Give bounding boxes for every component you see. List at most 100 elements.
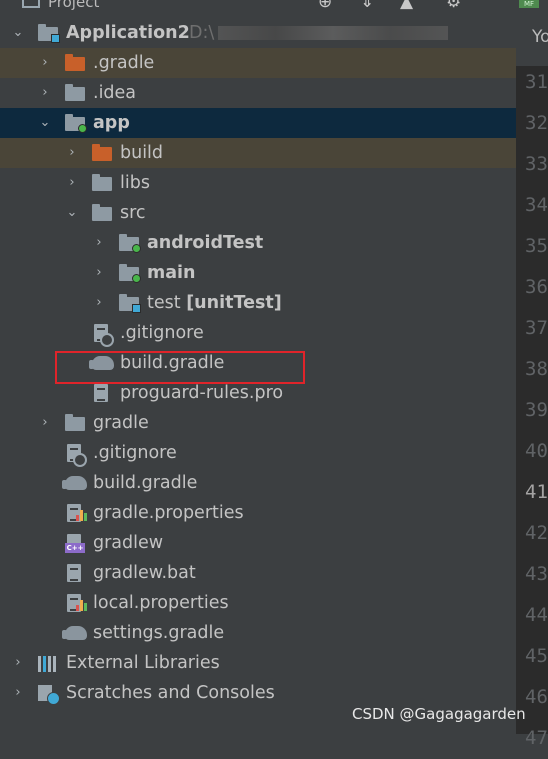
excluded-folder-icon — [65, 54, 87, 72]
tree-label: gradle.properties — [93, 503, 244, 523]
excluded-folder-icon — [92, 144, 114, 162]
chevron-right-icon[interactable]: › — [37, 78, 53, 108]
chevron-right-icon[interactable]: › — [37, 48, 53, 78]
tree-label: settings.gradle — [93, 623, 225, 643]
tree-row-gradle-folder[interactable]: › gradle — [0, 408, 516, 438]
chevron-right-icon[interactable]: › — [10, 648, 26, 678]
project-path: D:\ — [189, 18, 449, 48]
line-number: 42 — [525, 522, 548, 544]
line-number: 45 — [525, 645, 548, 667]
properties-file-icon — [65, 504, 87, 522]
line-number: 40 — [525, 440, 548, 462]
highlight-box — [55, 351, 305, 384]
tree-row-gradle-dir[interactable]: › .gradle — [0, 48, 516, 78]
tree-label: Application2 — [66, 23, 190, 43]
source-folder-icon — [119, 264, 141, 283]
folder-icon — [65, 84, 87, 102]
tree-row-root-gitignore[interactable]: .gitignore — [0, 438, 516, 468]
tree-label: gradlew.bat — [93, 563, 196, 583]
scroll-icon[interactable]: ▲ — [400, 0, 413, 12]
tree-row-gradle-properties[interactable]: gradle.properties — [0, 498, 516, 528]
tree-label: .gitignore — [120, 323, 204, 343]
chevron-right-icon[interactable]: › — [64, 138, 80, 168]
project-view-title[interactable]: Project — [48, 0, 99, 11]
gradle-elephant-icon — [62, 624, 87, 642]
line-number: 41 — [525, 481, 548, 503]
module-folder-icon — [65, 114, 87, 133]
editor-tab-label[interactable]: Yo — [532, 27, 548, 47]
editor-pane: MF Yo 31 32 33 34 35 36 37 38 39 40 41 4… — [516, 0, 548, 749]
project-view-icon[interactable] — [22, 0, 40, 8]
chevron-down-icon[interactable]: ⌄ — [37, 108, 53, 138]
ignored-file-icon — [92, 324, 114, 347]
tree-row-gradlew-bat[interactable]: gradlew.bat — [0, 558, 516, 588]
tree-row-root-build-gradle[interactable]: build.gradle — [0, 468, 516, 498]
line-number: 32 — [525, 112, 548, 134]
tree-label: .idea — [93, 83, 137, 103]
tree-row-gradlew[interactable]: C++ gradlew — [0, 528, 516, 558]
chevron-down-icon[interactable]: ⌄ — [10, 18, 26, 48]
tree-row-settings-gradle[interactable]: settings.gradle — [0, 618, 516, 648]
tree-label: local.properties — [93, 593, 229, 613]
tree-label: .gradle — [93, 53, 155, 73]
line-number: 38 — [525, 358, 548, 380]
chevron-right-icon[interactable]: › — [37, 408, 53, 438]
line-number: 44 — [525, 604, 548, 626]
line-number: 39 — [525, 399, 548, 421]
globe-icon[interactable]: ⊕ — [318, 0, 332, 12]
tree-row-idea[interactable]: › .idea — [0, 78, 516, 108]
line-number: 31 — [525, 71, 548, 93]
chevron-right-icon[interactable]: › — [91, 258, 107, 288]
tree-label: External Libraries — [66, 653, 220, 673]
tree-label: build — [120, 143, 164, 163]
tree-row-app-gitignore[interactable]: .gitignore — [0, 318, 516, 348]
folder-icon — [92, 204, 114, 222]
chevron-right-icon[interactable]: › — [64, 168, 80, 198]
folder-icon — [65, 414, 87, 432]
chevron-right-icon[interactable]: › — [10, 678, 26, 708]
chevron-right-icon[interactable]: › — [91, 288, 107, 318]
module-folder-icon — [38, 24, 60, 43]
tree-label: libs — [120, 173, 150, 193]
tree-label: gradlew — [93, 533, 164, 553]
line-number: 47 — [525, 727, 548, 749]
watermark: CSDN @Gagagagarden — [352, 705, 526, 723]
tree-label: Scratches and Consoles — [66, 683, 275, 703]
tree-label: androidTest — [147, 233, 264, 253]
tree-row-external-libraries[interactable]: › External Libraries — [0, 648, 516, 678]
gear-icon[interactable]: ⚙ — [446, 0, 461, 12]
scratches-icon — [38, 684, 60, 705]
tree-row-application2[interactable]: ⌄ Application2 D:\ — [0, 18, 516, 48]
tree-row-app[interactable]: ⌄ app — [0, 108, 516, 138]
tree-row-build-dir[interactable]: › build — [0, 138, 516, 168]
source-folder-icon — [119, 234, 141, 253]
tree-row-androidtest[interactable]: › androidTest — [0, 228, 516, 258]
editor-badge: MF — [519, 0, 539, 8]
tree-row-test[interactable]: › test [unitTest] — [0, 288, 516, 318]
editor-tab-bar: MF Yo — [516, 0, 548, 66]
project-toolbar: Project ⊕ ⇓ ▲ ⚙ — [0, 0, 516, 18]
tree-label: app — [93, 113, 130, 133]
line-number: 34 — [525, 194, 548, 216]
ignored-file-icon — [65, 444, 87, 467]
tree-row-local-properties[interactable]: local.properties — [0, 588, 516, 618]
folder-icon — [92, 174, 114, 192]
tree-row-libs[interactable]: › libs — [0, 168, 516, 198]
line-number: 43 — [525, 563, 548, 585]
text-file-icon — [65, 564, 87, 582]
tree-row-scratches[interactable]: › Scratches and Consoles — [0, 678, 516, 708]
tree-label: src — [120, 203, 146, 223]
tree-label: test [unitTest] — [147, 293, 282, 313]
test-folder-icon — [119, 294, 141, 313]
cpp-file-icon: C++ — [65, 534, 87, 553]
collapse-icon[interactable]: ⇓ — [360, 0, 374, 12]
gradle-elephant-icon — [62, 474, 87, 492]
line-number: 37 — [525, 317, 548, 339]
tree-row-src[interactable]: ⌄ src — [0, 198, 516, 228]
tree-row-main[interactable]: › main — [0, 258, 516, 288]
redacted-path — [218, 26, 449, 40]
text-file-icon — [92, 384, 114, 402]
chevron-right-icon[interactable]: › — [91, 228, 107, 258]
chevron-down-icon[interactable]: ⌄ — [64, 198, 80, 228]
source-set-tag: [unitTest] — [186, 293, 282, 313]
